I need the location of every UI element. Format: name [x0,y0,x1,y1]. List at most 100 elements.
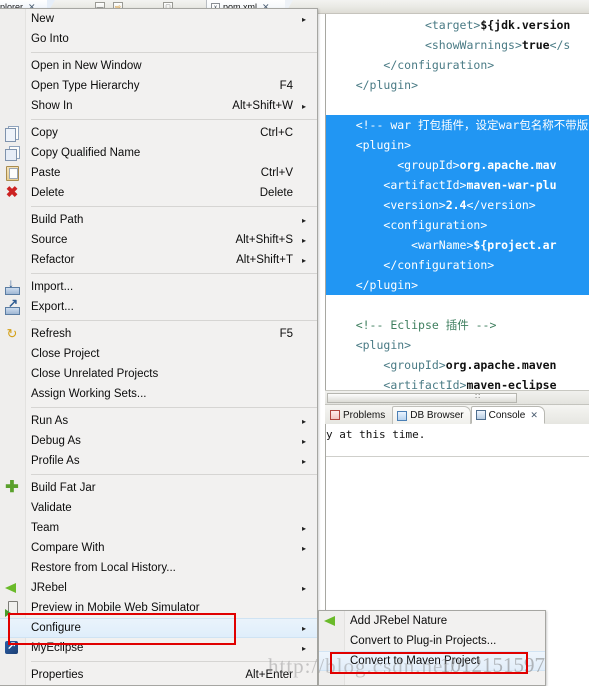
tab-problems[interactable]: Problems [325,406,392,424]
paste-icon [4,165,20,181]
menu-item-label: Import... [31,281,74,293]
menu-item-label: Validate [31,502,72,514]
menu-item-label: MyEclipse [31,642,84,654]
menu-item-source[interactable]: Source Alt+Shift+S ▸ [0,230,317,250]
menu-item-label: Export... [31,301,74,313]
tab-console-label: Console [488,409,526,421]
submenu-arrow-icon: ▸ [301,623,306,633]
menu-item-new[interactable]: New ▸ [0,9,317,29]
menu-item-label: Build Path [31,214,84,226]
menu-item-properties[interactable]: Properties Alt+Enter [0,665,317,685]
menu-item-label: Show In [31,100,73,112]
menu-item-export[interactable]: Export... [0,296,317,317]
menu-separator [31,661,317,662]
code-line: <showWarnings>true</s [424,38,571,52]
menu-item-preview-in-mobile-web-simulator[interactable]: Preview in Mobile Web Simulator [0,598,317,618]
menu-item-configure[interactable]: Configure ▸ [0,618,317,638]
menu-item-build-fat-jar[interactable]: ✚ Build Fat Jar [0,478,317,498]
submenu-arrow-icon: ▸ [301,643,306,653]
code-line: </configuration> [326,255,589,275]
submenu-item-add-jrebel-nature[interactable]: Add JRebel Nature [319,611,545,631]
menu-item-jrebel[interactable]: JRebel ▸ [0,578,317,598]
menu-item-build-path[interactable]: Build Path ▸ [0,210,317,230]
copy-icon [4,125,20,142]
jrebel-icon [4,580,20,596]
menu-item-label: Properties [31,669,84,681]
scrollbar-thumb[interactable] [327,393,517,403]
menu-item-label: Open in New Window [31,60,142,72]
code-line: <plugin> [326,135,589,155]
submenu-arrow-icon: ▸ [301,416,306,426]
sash-grip-icon[interactable]: ∶∶ [475,392,481,401]
menu-item-label: Source [31,234,68,246]
menu-item-label: New [31,13,55,25]
submenu-arrow-icon: ▸ [301,215,306,225]
menu-item-label: Delete [31,187,65,199]
project-context-menu[interactable]: New ▸ Go Into Open in New Window Open Type H… [0,8,318,686]
menu-item-label: JRebel [31,582,67,594]
jrebel-icon [323,613,339,629]
menu-item-shortcut: Alt+Shift+S [235,234,293,246]
menu-item-team[interactable]: Team ▸ [0,518,317,538]
menu-item-show-in[interactable]: Show In Alt+Shift+W ▸ [0,96,317,116]
menu-item-validate[interactable]: Validate [0,498,317,518]
myeclipse-icon [4,639,20,656]
menu-item-run-as[interactable]: Run As ▸ [0,411,317,431]
menu-item-delete[interactable]: ✖ Delete Delete [0,183,317,203]
editor-horizontal-scrollbar[interactable]: ∶∶ [325,390,589,404]
code-line: <target>${jdk.version [424,18,571,32]
tab-console[interactable]: Console ✕ [470,406,545,424]
menu-separator [31,52,317,53]
menu-item-restore-from-local-history[interactable]: Restore from Local History... [0,558,317,578]
submenu-arrow-icon: ▸ [301,523,306,533]
menu-item-go-into[interactable]: Go Into [0,29,317,49]
menu-item-label: Team [31,522,60,534]
menu-separator [31,119,317,120]
menu-item-open-in-new-window[interactable]: Open in New Window [0,56,317,76]
submenu-arrow-icon: ▸ [301,456,306,466]
submenu-arrow-icon: ▸ [301,14,306,24]
menu-item-debug-as[interactable]: Debug As ▸ [0,431,317,451]
eclipse-window: plorer ✕ — ⇨ □ x pom.xml ✕ <target>${jdk… [0,0,589,686]
editor-code-area[interactable]: <target>${jdk.version <showWarnings>true… [326,14,589,404]
menu-item-refactor[interactable]: Refactor Alt+Shift+T ▸ [0,250,317,270]
xml-editor[interactable]: <target>${jdk.version <showWarnings>true… [325,14,589,404]
code-line: <artifactId>maven-war-plu [326,175,589,195]
console-divider [326,456,589,457]
close-icon[interactable]: ✕ [530,410,538,421]
menu-item-profile-as[interactable]: Profile As ▸ [0,451,317,471]
code-line: <configuration> [326,215,589,235]
menu-item-refresh[interactable]: ↻ Refresh F5 [0,324,317,344]
menu-item-label: Go Into [31,33,69,45]
menu-item-import[interactable]: Import... [0,276,317,297]
menu-item-shortcut: Ctrl+C [260,127,293,139]
tab-db-browser[interactable]: DB Browser [392,406,471,424]
menu-item-shortcut: F5 [279,328,293,340]
menu-item-copy[interactable]: Copy Ctrl+C [0,123,317,143]
menu-item-compare-with[interactable]: Compare With ▸ [0,538,317,558]
menu-item-shortcut: Ctrl+V [260,167,293,179]
submenu-arrow-icon: ▸ [301,255,306,265]
submenu-item-label: Add JRebel Nature [350,615,448,627]
menu-item-assign-working-sets[interactable]: Assign Working Sets... [0,384,317,404]
menu-item-close-project[interactable]: Close Project [0,344,317,364]
submenu-arrow-icon: ▸ [301,235,306,245]
submenu-item-convert-to-plug-in-projects[interactable]: Convert to Plug-in Projects... [319,631,545,651]
configure-submenu[interactable]: Add JRebel Nature Convert to Plug-in Proj… [318,610,546,686]
menu-item-label: Build Fat Jar [31,482,96,494]
menu-item-close-unrelated-projects[interactable]: Close Unrelated Projects [0,364,317,384]
menu-separator [31,206,317,207]
submenu-item-label: Convert to Maven Project [350,655,480,667]
code-line: </configuration> [383,58,495,72]
menu-item-paste[interactable]: Paste Ctrl+V [0,163,317,183]
submenu-arrow-icon: ▸ [301,101,306,111]
menu-item-shortcut: Alt+Shift+W [232,100,293,112]
menu-item-open-type-hierarchy[interactable]: Open Type Hierarchy F4 [0,76,317,96]
build-fat-jar-icon: ✚ [5,479,19,496]
menu-item-label: Preview in Mobile Web Simulator [31,602,200,614]
menu-item-myeclipse[interactable]: MyEclipse ▸ [0,638,317,658]
menu-separator [31,474,317,475]
submenu-item-convert-to-maven-project[interactable]: Convert to Maven Project [319,651,545,671]
menu-item-copy-qualified-name[interactable]: Copy Qualified Name [0,143,317,163]
menu-separator [31,273,317,274]
